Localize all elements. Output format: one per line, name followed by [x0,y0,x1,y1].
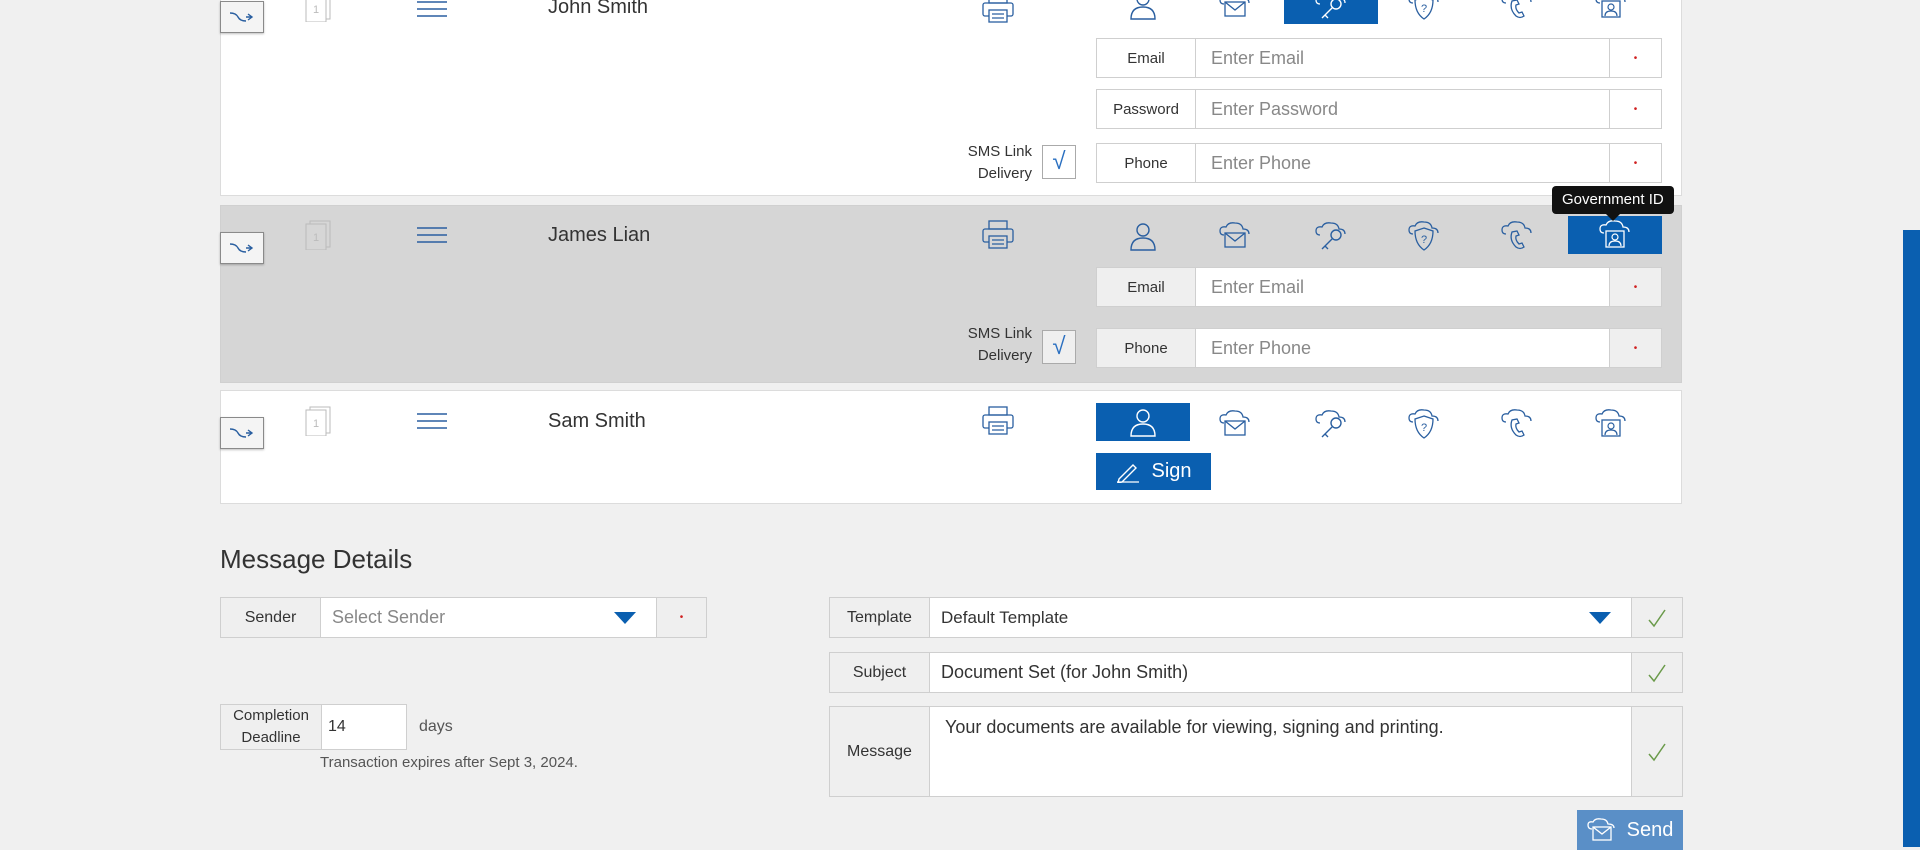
reassign-handle[interactable] [220,232,264,264]
chevron-down-icon [1589,612,1611,624]
sms-link-delivery-label: SMS Link Delivery [967,143,1032,182]
cloud-question-icon[interactable]: ? [1377,405,1471,443]
phone-input[interactable]: Enter Phone [1196,143,1610,183]
sender-placeholder: Select Sender [332,607,446,627]
reassign-icon [229,428,254,438]
user-icon[interactable] [1096,403,1190,441]
template-value: Default Template [941,607,1069,627]
checkmark-icon [1648,609,1666,627]
chevron-down-icon [614,612,636,624]
svg-text:?: ? [1421,3,1427,15]
email-label: Email [1096,267,1196,307]
phone-input[interactable]: Enter Phone [1196,328,1610,368]
template-valid-check [1631,597,1683,638]
message-textarea[interactable]: Your documents are available for viewing… [929,706,1632,797]
reassign-handle[interactable] [220,417,264,449]
government-id-tooltip: Government ID [1552,186,1674,221]
printer-icon[interactable] [981,220,1015,250]
document-count: 1 [313,4,319,16]
cloud-id-icon[interactable] [1564,405,1658,443]
recipient-name: Sam Smith [548,410,646,432]
phone-field-row: Phone Enter Phone • [1096,328,1662,368]
cloud-mail-icon[interactable] [1188,217,1282,255]
cloud-mail-icon[interactable] [1188,0,1282,24]
cloud-id-icon[interactable] [1564,0,1658,24]
svg-text:?: ? [1421,422,1427,434]
required-indicator: • [1610,143,1662,183]
document-count: 1 [313,232,319,244]
sender-select[interactable]: Select Sender [320,597,657,638]
email-input[interactable]: Enter Email [1196,267,1610,307]
completion-deadline-input[interactable]: 14 [321,704,407,750]
password-label: Password [1096,89,1196,129]
user-icon[interactable] [1096,0,1190,24]
cloud-key-icon[interactable] [1284,405,1378,443]
pen-icon [1117,463,1140,483]
required-indicator: • [656,597,707,638]
checkmark-icon [1648,664,1666,682]
user-icon[interactable] [1096,217,1190,255]
template-select[interactable]: Default Template [929,597,1632,638]
document-count-icon[interactable]: 1 [304,0,332,22]
template-label: Template [829,597,930,638]
sender-label: Sender [220,597,321,638]
email-field-row: Email Enter Email • [1096,267,1662,307]
required-indicator: • [1610,89,1662,129]
printer-icon[interactable] [981,406,1015,436]
cloud-key-icon[interactable] [1284,0,1378,24]
sms-link-delivery-label: SMS Link Delivery [967,325,1032,364]
cloud-mail-icon[interactable] [1188,405,1282,443]
cloud-phone-icon[interactable] [1470,0,1564,24]
message-details-title: Message Details [220,544,413,574]
reassign-icon [229,243,254,253]
cloud-id-icon[interactable] [1568,216,1662,254]
printer-icon[interactable] [981,0,1015,24]
phone-label: Phone [1096,143,1196,183]
recipient-name: John Smith [548,0,649,18]
scrollbar[interactable] [1903,230,1920,847]
required-indicator: • [1610,328,1662,368]
email-label: Email [1096,38,1196,78]
phone-label: Phone [1096,328,1196,368]
sign-label: Sign [1151,460,1192,482]
send-label: Send [1626,818,1674,841]
sms-link-delivery-checkbox[interactable]: √ [1042,145,1076,179]
reassign-handle[interactable] [220,1,264,33]
sms-link-delivery-checkbox[interactable]: √ [1042,330,1076,364]
cloud-key-icon[interactable] [1284,217,1378,255]
send-button[interactable]: Send [1577,810,1683,850]
document-count-icon[interactable]: 1 [304,406,332,436]
recipient-name: James Lian [548,224,651,246]
subject-label: Subject [829,652,930,693]
document-count-icon[interactable]: 1 [304,220,332,250]
checkmark-icon [1648,743,1666,761]
message-valid-check [1631,706,1683,797]
subject-valid-check [1631,652,1683,693]
cloud-phone-icon[interactable] [1470,217,1564,255]
password-input[interactable]: Enter Password [1196,89,1610,129]
reassign-icon [229,12,254,22]
required-indicator: • [1610,38,1662,78]
document-count: 1 [313,418,319,430]
expiry-notice: Transaction expires after Sept 3, 2024. [320,754,578,771]
deadline-unit: days [419,718,453,735]
email-field-row: Email Enter Email • [1096,38,1662,78]
svg-text:?: ? [1421,234,1427,246]
sign-button[interactable]: Sign [1096,453,1211,490]
cloud-mail-icon [1586,818,1615,841]
menu-icon[interactable] [416,412,448,430]
completion-deadline-label: Completion Deadline [220,704,322,750]
password-field-row: Password Enter Password • [1096,89,1662,129]
phone-field-row: Phone Enter Phone • [1096,143,1662,183]
email-input[interactable]: Enter Email [1196,38,1610,78]
required-indicator: • [1610,267,1662,307]
cloud-question-icon[interactable]: ? [1377,217,1471,255]
cloud-question-icon[interactable]: ? [1377,0,1471,24]
menu-icon[interactable] [416,226,448,244]
message-label: Message [829,706,930,797]
subject-input[interactable]: Document Set (for John Smith) [929,652,1632,693]
menu-icon[interactable] [416,0,448,18]
cloud-phone-icon[interactable] [1470,405,1564,443]
